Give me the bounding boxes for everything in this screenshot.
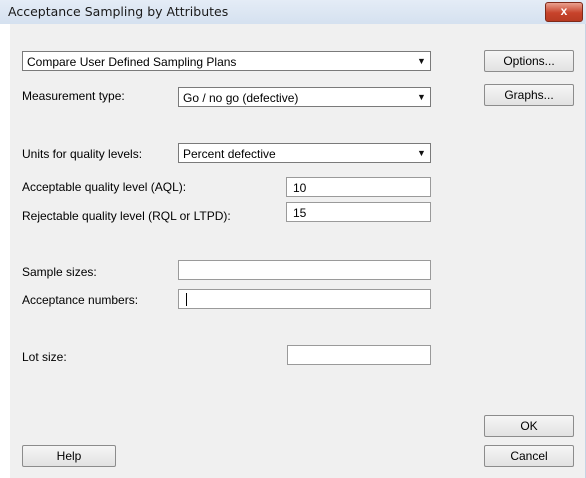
units-label: Units for quality levels: <box>22 147 143 161</box>
rql-value: 15 <box>293 206 307 220</box>
ok-button[interactable]: OK <box>484 415 574 437</box>
units-value: Percent defective <box>183 147 276 161</box>
aql-label: Acceptable quality level (AQL): <box>22 180 187 194</box>
chevron-down-icon: ▼ <box>417 148 426 158</box>
help-button[interactable]: Help <box>22 445 116 467</box>
acceptance-numbers-label: Acceptance numbers: <box>22 293 139 307</box>
acceptance-numbers-input[interactable] <box>178 289 431 309</box>
plan-type-value: Compare User Defined Sampling Plans <box>27 55 237 69</box>
title-bar: Acceptance Sampling by Attributes x <box>0 0 586 25</box>
chevron-down-icon: ▼ <box>417 92 426 102</box>
window-frame-left <box>0 24 10 478</box>
aql-value: 10 <box>293 181 307 195</box>
options-button[interactable]: Options... <box>484 50 574 72</box>
rql-input[interactable]: 15 <box>286 202 431 222</box>
sample-sizes-input[interactable] <box>178 260 431 280</box>
plan-type-select[interactable]: Compare User Defined Sampling Plans ▼ <box>22 51 431 71</box>
aql-input[interactable]: 10 <box>286 177 431 197</box>
close-button[interactable]: x <box>545 2 583 22</box>
chevron-down-icon: ▼ <box>417 56 426 66</box>
rql-label: Rejectable quality level (RQL or LTPD): <box>22 209 231 223</box>
text-caret <box>186 293 187 306</box>
measurement-type-select[interactable]: Go / no go (defective) ▼ <box>178 87 431 107</box>
close-icon: x <box>560 4 568 18</box>
cancel-button[interactable]: Cancel <box>484 445 574 467</box>
window-title: Acceptance Sampling by Attributes <box>8 4 229 19</box>
units-select[interactable]: Percent defective ▼ <box>178 143 431 163</box>
graphs-button[interactable]: Graphs... <box>484 84 574 106</box>
sample-sizes-label: Sample sizes: <box>22 265 97 279</box>
measurement-type-label: Measurement type: <box>22 89 125 103</box>
lot-size-input[interactable] <box>287 345 431 365</box>
measurement-type-value: Go / no go (defective) <box>183 91 299 105</box>
lot-size-label: Lot size: <box>22 350 67 364</box>
